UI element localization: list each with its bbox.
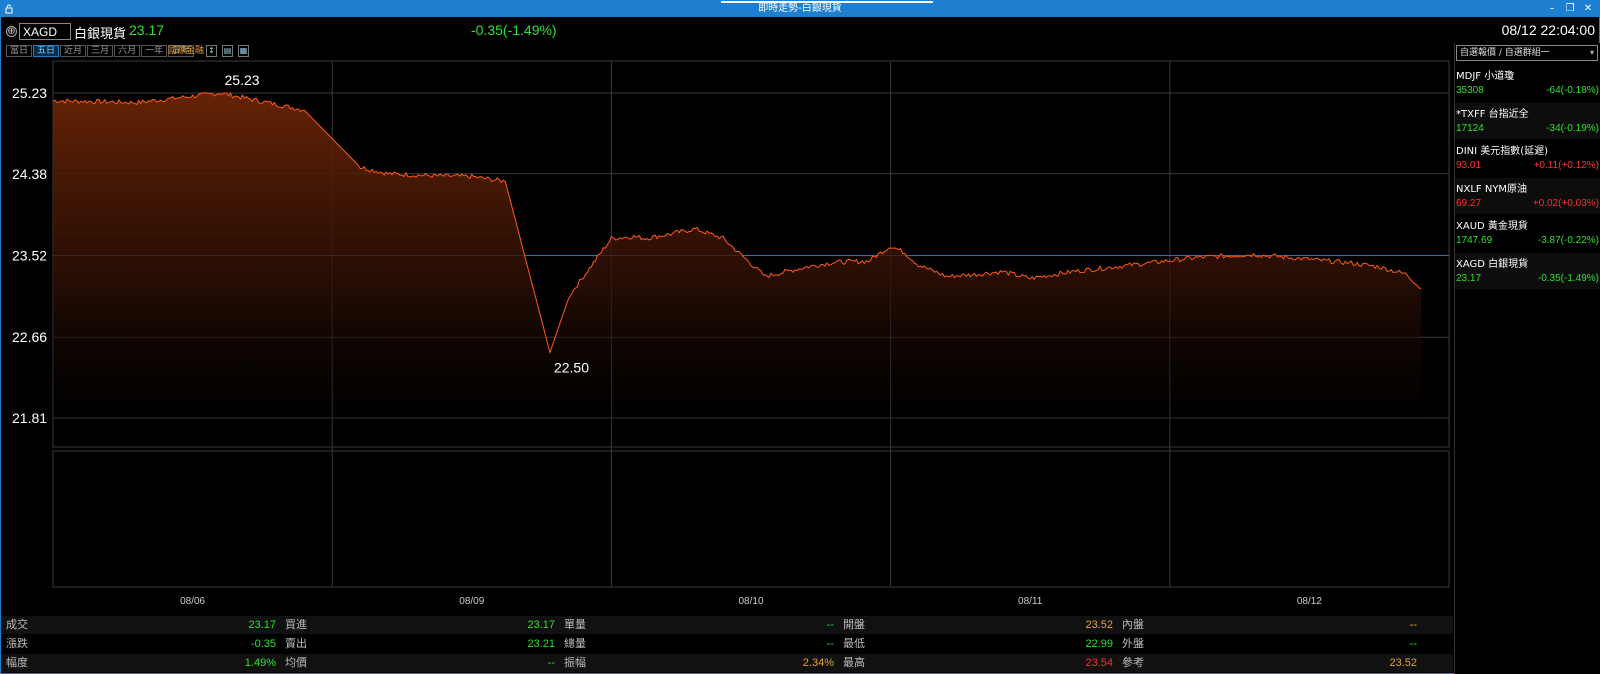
x-tick-label: 08/10 xyxy=(738,596,763,607)
stock-change: -0.35(-1.49%) xyxy=(471,22,557,38)
stock-name: 白銀現貨 xyxy=(74,27,127,42)
volume-pane-frame xyxy=(52,450,1450,588)
print-icon[interactable]: ▤ xyxy=(222,45,233,57)
x-tick-label: 08/06 xyxy=(180,596,205,607)
close-button[interactable]: ✕ xyxy=(1580,2,1596,16)
watchlist-item-price: 93.01 xyxy=(1456,160,1482,171)
add-icon[interactable]: ⊕ xyxy=(6,26,17,37)
x-tick-label: 08/11 xyxy=(1018,596,1043,607)
x-tick-label: 08/12 xyxy=(1297,596,1322,607)
stock-price: 23.17 xyxy=(129,22,165,38)
watchlist-item-price: 23.17 xyxy=(1456,272,1482,284)
app-window: 即時走勢-白銀現貨 – ❐ ✕ ⊕ 白銀現貨 23.17 -0.35(-1.49… xyxy=(0,0,1600,674)
stat-value: -- xyxy=(826,638,834,650)
period-tab[interactable]: 五日 xyxy=(33,45,60,57)
watchlist-item-change: -0.35(-1.49%) xyxy=(1537,272,1599,284)
stat-value: -- xyxy=(547,657,555,669)
grid-icon[interactable]: ▦ xyxy=(238,45,249,57)
chevron-down-icon: ▾ xyxy=(1589,48,1594,57)
watchlist-item[interactable]: XAUD 黃金現貨 1747.69 -3.87(-0.22%) xyxy=(1455,215,1600,251)
watchlist-item-price: 17124 xyxy=(1456,122,1484,134)
stats-row: 幅度 1.49% 均價 -- 振幅 2.34% 最高 23.54 參考 23.52 xyxy=(1,654,1453,672)
group-select[interactable]: 自選報價 / 自選群組一 ▾ xyxy=(1456,45,1598,61)
stat-value: -0.35 xyxy=(250,638,276,650)
period-tabs: 當日 五日 近月 三月 六月 一年 五年 xyxy=(6,45,195,58)
stat-value: 2.34% xyxy=(802,657,834,669)
watchlist-item-change: +0.11(+0.12%) xyxy=(1533,160,1599,171)
price-area-fill xyxy=(53,92,1422,448)
restore-button[interactable]: ❐ xyxy=(1562,2,1578,16)
stat-value: 23.54 xyxy=(1085,657,1113,669)
y-tick-label: 22.66 xyxy=(12,329,47,345)
stat-value: 23.52 xyxy=(1389,657,1417,669)
watchlist-item-change: -64(-0.18%) xyxy=(1546,85,1599,96)
period-tab[interactable]: 一年 xyxy=(141,45,168,57)
stat-value: 1.49% xyxy=(244,657,276,669)
watchlist-item[interactable]: XAGD 白銀現貨 23.17 -0.35(-1.49%) xyxy=(1455,252,1600,289)
price-chart[interactable]: 08/06 08/09 08/10 08/11 08/12 25.23 24.38 23.52… xyxy=(1,59,1453,611)
stat-value: -- xyxy=(1409,638,1417,650)
watchlist-item-name: MDJF 小道瓊 xyxy=(1456,71,1515,82)
arrows-icon[interactable]: ↕ xyxy=(206,45,217,57)
high-annotation: 25.23 xyxy=(225,72,260,88)
stats-panel: 成交 23.17 買進 23.17 單量 -- 開盤 23.52 內盤 -- 漲跌 -0.35 賣出 23… xyxy=(1,616,1453,673)
x-tick-label: 08/09 xyxy=(459,596,484,607)
chart-canvas[interactable]: 08/06 08/09 08/10 08/11 08/12 25.23 24.38 23.52… xyxy=(1,59,1453,611)
period-tab[interactable]: 三月 xyxy=(87,45,114,57)
stat-value: -- xyxy=(1409,619,1417,631)
watchlist-item[interactable]: MDJF 小道瓊 35308 -64(-0.18%) xyxy=(1455,65,1600,101)
title-bar[interactable]: 即時走勢-白銀現貨 – ❐ ✕ xyxy=(1,1,1599,17)
watchlist-item-change: -34(-0.19%) xyxy=(1546,122,1599,134)
datetime: 08/12 22:04:00 xyxy=(1501,22,1595,38)
window-title: 即時走勢-白銀現貨 xyxy=(758,3,842,14)
watchlist-item-name: XAGD 白銀現貨 xyxy=(1456,258,1529,270)
period-tab[interactable]: 近月 xyxy=(60,45,87,57)
y-tick-label: 23.52 xyxy=(12,248,47,264)
watchlist-panel: 自選報價 / 自選群組一 ▾ MDJF 小道瓊 35308 -64(-0.18%) *… xyxy=(1454,43,1600,674)
watchlist-item[interactable]: NXLF NYM原油 69.27 +0.02(+0.03%) xyxy=(1455,177,1600,214)
y-tick-label: 24.38 xyxy=(12,166,47,182)
stat-value: 22.99 xyxy=(1085,638,1113,650)
watchlist-item-price: 69.27 xyxy=(1456,197,1482,209)
group-select-label: 自選報價 / 自選群組一 xyxy=(1460,48,1550,58)
stat-value: 23.17 xyxy=(527,619,555,631)
low-annotation: 22.50 xyxy=(554,359,589,375)
watchlist-item-name: NXLF NYM原油 xyxy=(1456,183,1528,195)
quote-header: ⊕ 白銀現貨 23.17 -0.35(-1.49%) 08/12 22:04:0… xyxy=(1,21,1599,43)
watchlist-item-price: 35308 xyxy=(1456,85,1484,96)
stat-value: -- xyxy=(826,619,834,631)
stats-row: 成交 23.17 買進 23.17 單量 -- 開盤 23.52 內盤 -- xyxy=(1,616,1453,634)
watchlist-item-name: DINI 美元指數(延遲) xyxy=(1456,146,1549,157)
period-tab[interactable]: 當日 xyxy=(6,45,33,57)
watchlist-item[interactable]: DINI 美元指數(延遲) 93.01 +0.11(+0.12%) xyxy=(1455,140,1600,176)
symbol-input[interactable] xyxy=(19,23,71,40)
watchlist-item[interactable]: *TXFF 台指近全 17124 -34(-0.19%) xyxy=(1455,102,1600,139)
watchlist-item-change: -3.87(-0.22%) xyxy=(1537,235,1599,246)
stat-value: 23.52 xyxy=(1085,619,1113,631)
minimize-button[interactable]: – xyxy=(1544,2,1560,16)
watchlist-item-name: *TXFF 台指近全 xyxy=(1456,108,1529,120)
watchlist-item-name: XAUD 黃金現貨 xyxy=(1456,221,1528,232)
y-tick-label: 25.23 xyxy=(12,85,47,101)
stat-value: 23.17 xyxy=(248,619,276,631)
y-tick-label: 21.81 xyxy=(12,410,47,426)
stats-row: 漲跌 -0.35 賣出 23.21 總量 -- 最低 22.99 外盤 -- xyxy=(1,635,1453,653)
intl-finance-button[interactable]: 國際金融 xyxy=(168,45,204,57)
watchlist-item-change: +0.02(+0.03%) xyxy=(1532,197,1599,209)
watchlist-item-price: 1747.69 xyxy=(1456,235,1493,246)
period-tab[interactable]: 六月 xyxy=(114,45,141,57)
stat-value: 23.21 xyxy=(527,638,555,650)
